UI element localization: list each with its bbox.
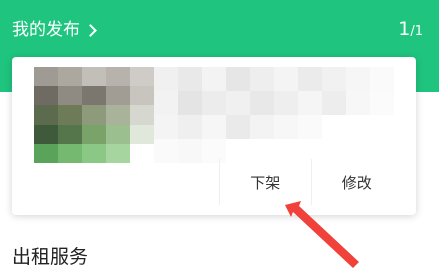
annotation-arrow-shape	[285, 201, 359, 268]
annotation-arrow	[285, 201, 359, 268]
